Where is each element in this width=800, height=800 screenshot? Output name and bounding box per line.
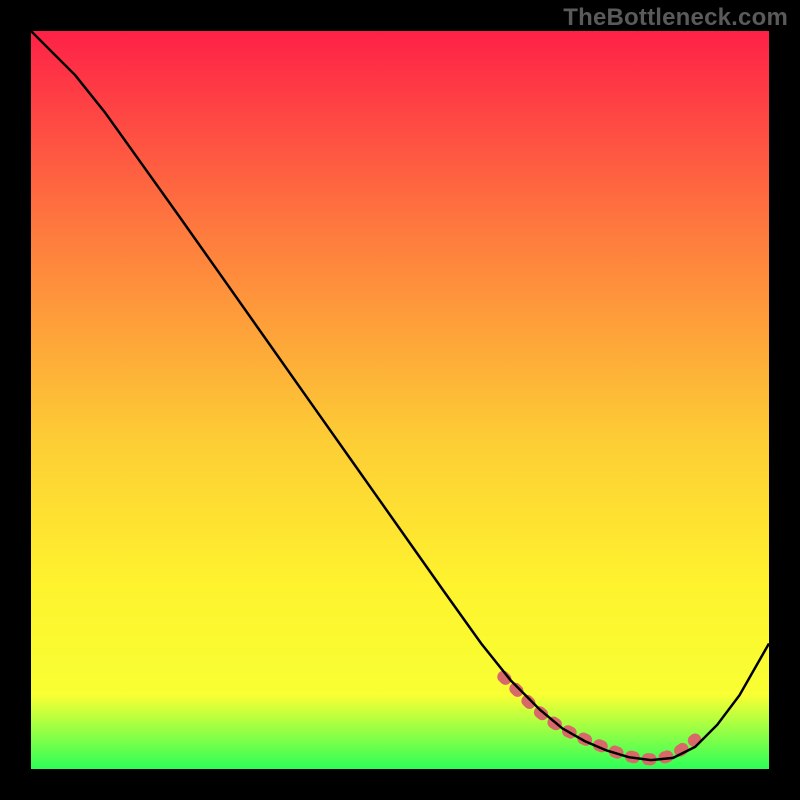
plot-area <box>31 31 769 769</box>
chart-frame: TheBottleneck.com <box>0 0 800 800</box>
chart-svg <box>31 31 769 769</box>
gradient-background <box>31 31 769 769</box>
watermark-text: TheBottleneck.com <box>563 4 788 32</box>
